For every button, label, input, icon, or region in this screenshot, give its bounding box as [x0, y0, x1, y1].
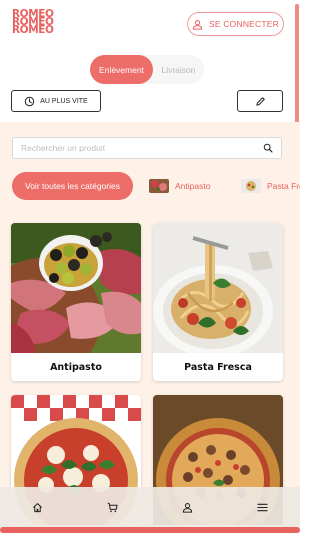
- category-chip-pasta-fresca[interactable]: Pasta Fresca: [241, 172, 300, 200]
- nav-cart[interactable]: [75, 487, 150, 527]
- account-icon: [182, 502, 193, 513]
- clock-icon: [25, 96, 35, 106]
- product-name: Pasta Fresca: [184, 361, 252, 373]
- search-input[interactable]: [21, 143, 263, 153]
- category-thumbnail: [241, 179, 261, 193]
- all-categories-button[interactable]: Voir toutes les catégories: [12, 172, 133, 200]
- product-card[interactable]: Pasta Fresca: [153, 223, 283, 381]
- edit-button[interactable]: [237, 90, 283, 112]
- category-thumbnail: [149, 179, 169, 193]
- pickup-time-label: AU PLUS VITE: [40, 97, 88, 105]
- category-chip-antipasto[interactable]: Antipasto: [149, 172, 210, 200]
- pasta-photo: [153, 223, 283, 353]
- header: ROMEO ROMEO ROMEO SE CONNECTER Enlèvemen…: [0, 0, 300, 122]
- romeo-logo[interactable]: ROMEO ROMEO ROMEO: [12, 8, 66, 37]
- category-label: Pasta Fresca: [267, 181, 300, 191]
- product-card[interactable]: Antipasto: [11, 223, 141, 381]
- product-name: Antipasto: [50, 361, 102, 373]
- category-label: Antipasto: [175, 181, 211, 191]
- user-icon: [192, 19, 203, 30]
- pickup-time-button[interactable]: AU PLUS VITE: [11, 90, 101, 112]
- home-icon: [33, 502, 42, 512]
- nav-menu[interactable]: [225, 487, 300, 527]
- order-mode-toggle: Enlèvement Livraison: [90, 55, 204, 84]
- login-label: SE CONNECTER: [209, 19, 279, 29]
- bottom-accent-bar: [0, 527, 300, 533]
- logo-line: ROMEO: [12, 23, 54, 37]
- menu-icon: [257, 503, 268, 511]
- search-bar[interactable]: [12, 137, 282, 159]
- login-button[interactable]: SE CONNECTER: [187, 12, 284, 36]
- nav-home[interactable]: [0, 487, 75, 527]
- mode-option-pickup[interactable]: Enlèvement: [90, 55, 153, 84]
- nav-account[interactable]: [150, 487, 225, 527]
- pencil-icon: [255, 96, 265, 106]
- scrollbar-thumb[interactable]: [295, 4, 299, 124]
- antipasto-photo: [11, 223, 141, 353]
- bottom-navigation: [0, 487, 300, 527]
- mode-option-delivery[interactable]: Livraison: [153, 55, 204, 84]
- cart-icon: [107, 502, 118, 512]
- search-icon[interactable]: [263, 143, 273, 153]
- category-bar: Voir toutes les catégories Antipasto Pas…: [12, 172, 300, 200]
